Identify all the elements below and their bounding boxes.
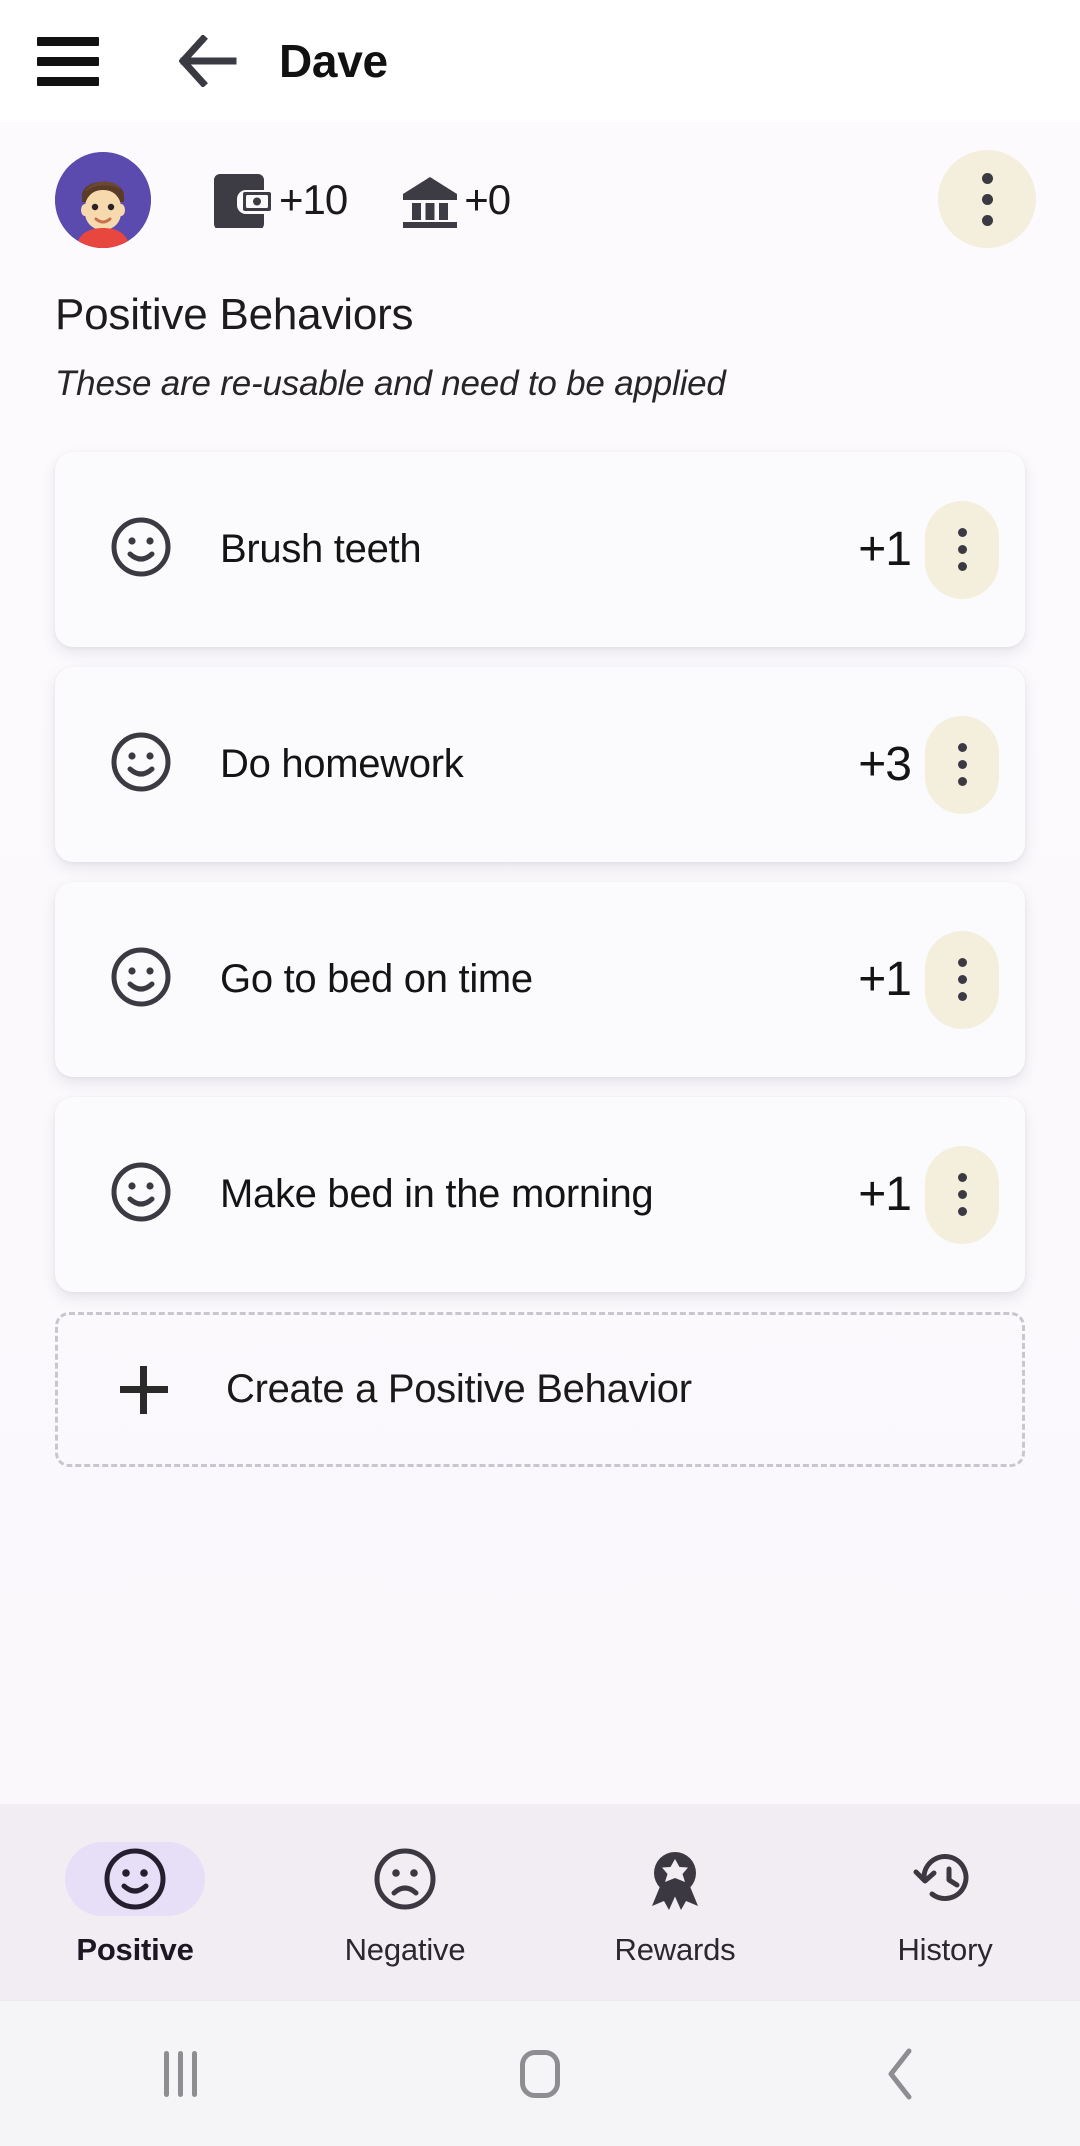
tab-positive-label: Positive [76,1932,194,1967]
hamburger-menu-icon[interactable] [37,30,99,92]
behavior-card[interactable]: Make bed in the morning +1 [55,1097,1025,1292]
behavior-points: +1 [858,523,912,576]
bottom-tab-bar: Positive Negative Rewards History [0,1804,1080,2000]
more-vertical-icon [957,524,967,575]
stat-bank-value: +0 [464,176,511,223]
behavior-more-button[interactable] [925,1145,999,1244]
behavior-card[interactable]: Do homework +3 [55,667,1025,862]
chevron-left-icon [888,2048,912,2099]
dot [957,1207,967,1216]
tab-rewards[interactable]: Rewards [540,1804,810,2000]
home-icon [520,2049,560,2098]
smiley-face-icon [104,1848,166,1910]
hamburger-bar [37,56,99,66]
tab-history[interactable]: History [810,1804,1080,2000]
dot [957,528,967,537]
behavior-points: +3 [858,738,912,791]
section-subtitle: These are re-usable and need to be appli… [55,364,726,403]
dot [957,545,967,554]
more-vertical-icon [957,1169,967,1220]
behavior-label: Brush teeth [220,527,422,571]
recents-bar [163,2050,169,2097]
tab-history-label: History [897,1932,993,1967]
smiley-face-icon [110,731,172,798]
behavior-more-button[interactable] [925,500,999,599]
frowny-face-icon [374,1848,436,1910]
smiley-face-icon [110,516,172,583]
plus-icon [120,1365,168,1414]
hamburger-bar [37,36,99,46]
more-vertical-icon [981,168,993,231]
behavior-label: Make bed in the morning [220,1172,654,1216]
recents-button[interactable] [0,2050,360,2097]
recents-bar [177,2050,183,2097]
behavior-points: +1 [858,1168,912,1221]
behavior-more-button[interactable] [925,930,999,1029]
tab-positive[interactable]: Positive [0,1804,270,2000]
stat-bank: +0 [399,172,511,228]
behavior-card[interactable]: Go to bed on time +1 [55,882,1025,1077]
tab-negative-iconwrap [335,1842,475,1916]
arrow-left-glyph [179,35,237,87]
behavior-label: Go to bed on time [220,957,533,1001]
smiley-face-icon [110,946,172,1013]
dot [981,193,993,205]
arrow-left-icon[interactable] [177,30,239,92]
tab-positive-iconwrap [65,1842,205,1916]
smiley-face-icon [110,1161,172,1228]
dot [957,992,967,1001]
hamburger-bar [37,76,99,86]
profile-stats-row: +10 +0 [0,140,1080,260]
tab-rewards-label: Rewards [614,1932,736,1967]
section-title: Positive Behaviors [55,290,414,339]
tab-history-iconwrap [875,1842,1015,1916]
tab-negative[interactable]: Negative [270,1804,540,2000]
award-ribbon-icon [652,1852,698,1910]
profile-more-button[interactable] [938,150,1036,248]
app-bar: Dave [0,0,1080,122]
create-button-label: Create a Positive Behavior [226,1367,692,1411]
dot [957,1173,967,1182]
dot [957,760,967,769]
behavior-points: +1 [858,953,912,1006]
tab-rewards-iconwrap [605,1842,745,1916]
bank-icon [403,177,458,228]
dot [957,975,967,984]
clock-history-icon [913,1854,969,1901]
recents-bar [191,2050,197,2097]
stat-wallet: +10 [214,172,348,228]
page-title: Dave [279,35,388,87]
back-button[interactable] [720,2047,1080,2101]
more-vertical-icon [957,739,967,790]
dot [957,562,967,571]
stat-wallet-value: +10 [279,176,348,223]
behavior-list: Brush teeth +1 Do homework +3 Go to bed … [0,452,1080,1467]
recents-icon [163,2050,197,2097]
home-button[interactable] [360,2049,720,2098]
create-positive-behavior-button[interactable]: Create a Positive Behavior [55,1312,1025,1467]
more-vertical-icon [957,954,967,1005]
dot [957,777,967,786]
dot [957,743,967,752]
behavior-label: Do homework [220,742,464,786]
dot [957,1190,967,1199]
android-system-nav [0,2000,1080,2146]
dot [981,172,993,184]
avatar[interactable] [55,152,151,248]
tab-negative-label: Negative [344,1932,466,1967]
wallet-icon [214,174,271,228]
dot [981,214,993,226]
content-area: +10 +0 Positive Behaviors These are re-u… [0,122,1080,1804]
behavior-more-button[interactable] [925,715,999,814]
behavior-card[interactable]: Brush teeth +1 [55,452,1025,647]
dot [957,958,967,967]
user-avatar-illustration [55,152,151,248]
app-root: Dave +10 +0 Positive Behaviors These are… [0,0,1080,2146]
